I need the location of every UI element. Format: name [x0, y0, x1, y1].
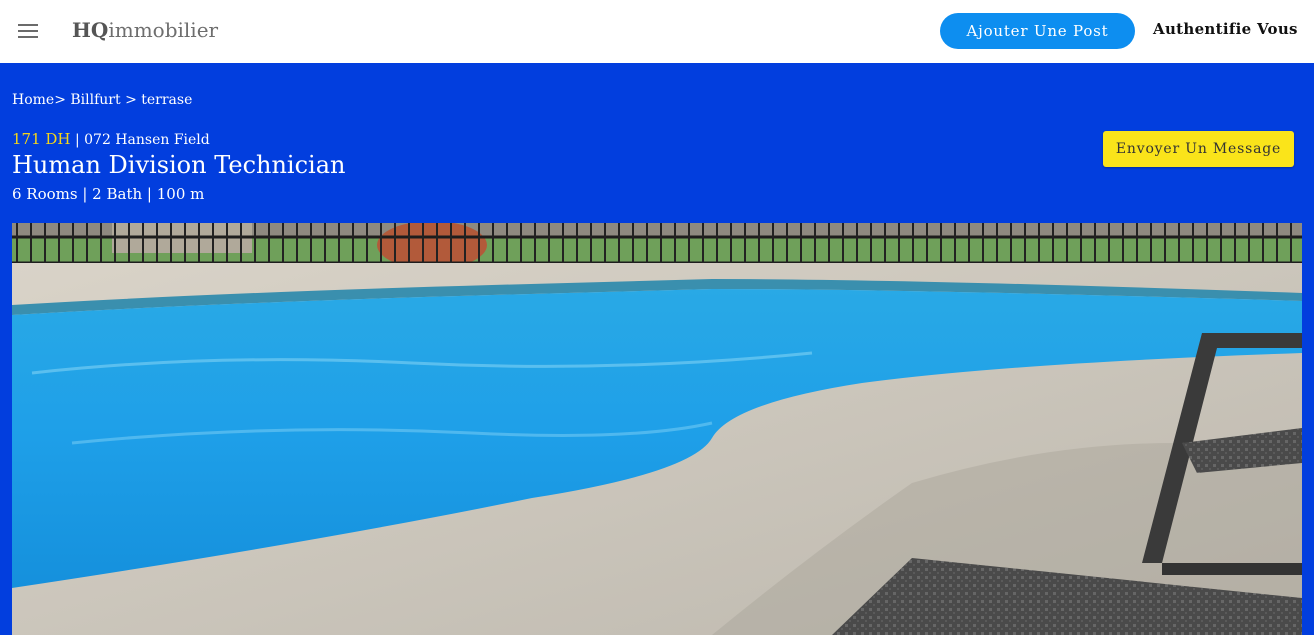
listing-photo [12, 223, 1302, 635]
breadcrumb-city[interactable]: Billfurt > [70, 92, 136, 108]
breadcrumb-home[interactable]: Home> [12, 92, 66, 108]
brand-logo-text: immobilier [108, 18, 219, 42]
menu-icon[interactable] [18, 24, 38, 38]
listing-price: 171 DH [12, 130, 71, 148]
brand-logo[interactable]: HQimmobilier [72, 18, 218, 42]
listing-hero: Home> Billfurt > terrase 171 DH | 072 Ha… [0, 63, 1314, 635]
pool-photo-illustration [12, 223, 1302, 635]
add-post-button[interactable]: Ajouter Une Post [940, 13, 1135, 49]
top-navbar: HQimmobilier Ajouter Une Post Authentifi… [0, 0, 1314, 63]
listing-title: Human Division Technician [12, 151, 346, 179]
listing-specs: 6 Rooms | 2 Bath | 100 m [12, 185, 205, 203]
listing-address: | 072 Hansen Field [74, 132, 210, 148]
brand-logo-bold: HQ [72, 18, 109, 42]
login-link[interactable]: Authentifie Vous [1153, 20, 1298, 38]
breadcrumb: Home> Billfurt > terrase [12, 92, 192, 108]
send-message-button[interactable]: Envoyer Un Message [1103, 131, 1294, 167]
price-address-line: 171 DH | 072 Hansen Field [12, 130, 210, 148]
breadcrumb-category[interactable]: terrase [141, 92, 192, 108]
